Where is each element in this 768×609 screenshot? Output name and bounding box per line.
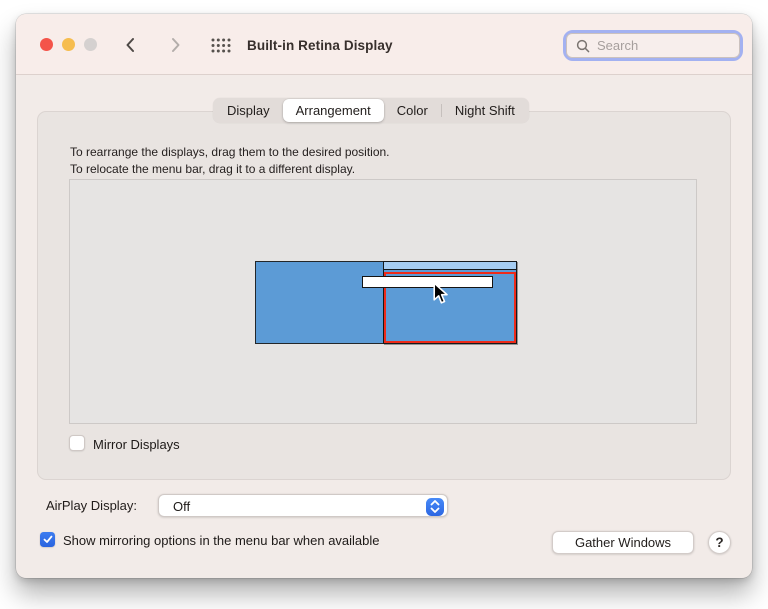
tab-color[interactable]: Color	[384, 99, 441, 122]
search-input[interactable]	[590, 34, 752, 57]
search-icon	[576, 39, 590, 52]
right-display-highlighted[interactable]	[383, 261, 517, 344]
gather-windows-button[interactable]: Gather Windows	[552, 531, 694, 554]
instructions-text: To rearrange the displays, drag them to …	[70, 144, 390, 178]
back-icon[interactable]	[122, 36, 140, 54]
airplay-display-label: AirPlay Display:	[46, 498, 138, 513]
forward-icon	[172, 38, 180, 52]
tab-display[interactable]: Display	[214, 99, 283, 122]
arrangement-canvas	[69, 179, 697, 424]
menubar-slot	[384, 262, 516, 270]
dropdown-stepper-icon	[426, 497, 444, 516]
window-title: Built-in Retina Display	[247, 38, 393, 53]
tab-bar: Display Arrangement Color Night Shift	[213, 98, 529, 123]
help-question-mark: ?	[715, 535, 724, 550]
close-button[interactable]	[40, 38, 53, 51]
zoom-button	[84, 38, 97, 51]
mirror-displays-label: Mirror Displays	[93, 437, 180, 452]
instructions-line1: To rearrange the displays, drag them to …	[70, 145, 390, 159]
menu-bar-drag-handle[interactable]	[362, 276, 493, 288]
help-button[interactable]: ?	[708, 531, 731, 554]
search-focus-ring	[563, 30, 752, 61]
system-preferences-window: Built-in Retina Display Display Arrangem…	[16, 14, 752, 578]
minimize-button[interactable]	[62, 38, 75, 51]
show-mirroring-options-label: Show mirroring options in the menu bar w…	[63, 533, 380, 548]
left-display[interactable]	[255, 261, 384, 344]
mirror-displays-checkbox[interactable]	[69, 435, 85, 451]
gather-windows-label: Gather Windows	[574, 535, 672, 550]
airplay-dropdown-value: Off	[173, 498, 191, 514]
airplay-dropdown[interactable]: Off	[158, 494, 448, 517]
titlebar: Built-in Retina Display	[16, 14, 752, 75]
mouse-cursor-icon	[433, 282, 448, 304]
show-mirroring-options-checkbox[interactable]	[40, 532, 55, 547]
tab-arrangement[interactable]: Arrangement	[282, 99, 384, 122]
checkmark-icon	[43, 535, 52, 543]
tab-night-shift[interactable]: Night Shift	[442, 99, 528, 122]
search-field[interactable]	[566, 33, 752, 58]
chevron-down-icon	[430, 507, 440, 513]
instructions-line2: To relocate the menu bar, drag it to a d…	[70, 162, 356, 176]
show-all-grid-icon[interactable]	[211, 38, 231, 53]
chevron-up-icon	[430, 500, 440, 506]
